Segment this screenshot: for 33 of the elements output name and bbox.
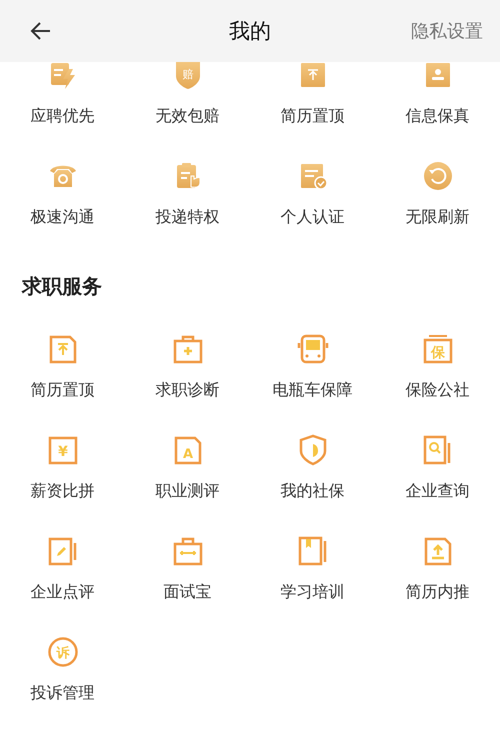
document-pencil-icon: [46, 535, 78, 567]
service-label[interactable]: 企业查询: [406, 480, 470, 502]
bus-icon: [296, 333, 328, 365]
privilege-label[interactable]: 极速沟通: [30, 206, 94, 228]
service-label[interactable]: 简历内推: [406, 581, 470, 603]
service-label[interactable]: 电瓶车保障: [272, 379, 352, 401]
privilege-label[interactable]: 应聘优先: [30, 105, 94, 127]
medical-kit-icon: [172, 333, 204, 365]
privilege-label[interactable]: 信息保真: [406, 105, 470, 127]
service-label[interactable]: 简历置顶: [30, 379, 94, 401]
service-label[interactable]: 面试宝: [164, 581, 212, 603]
document-search-icon: [422, 434, 454, 466]
service-label[interactable]: 职业测评: [156, 480, 220, 502]
privilege-label[interactable]: 个人认证: [280, 206, 344, 228]
privacy-settings-link[interactable]: 隐私设置: [411, 19, 483, 43]
complaint-icon: 诉: [46, 636, 78, 668]
privilege-label[interactable]: 简历置顶: [280, 105, 344, 127]
service-label[interactable]: 保险公社: [406, 379, 470, 401]
service-label[interactable]: 企业点评: [30, 581, 94, 603]
privilege-label[interactable]: 投递特权: [156, 206, 220, 228]
refresh-icon: [422, 160, 454, 192]
book-icon: [296, 535, 328, 567]
page-title: 我的: [229, 19, 271, 43]
service-label[interactable]: 求职诊断: [156, 379, 220, 401]
privilege-label[interactable]: 无效包赔: [156, 105, 220, 127]
privilege-label[interactable]: 无限刷新: [406, 206, 470, 228]
section-title: 求职服务: [22, 274, 103, 298]
briefcase-icon: [172, 535, 204, 567]
service-label[interactable]: 投诉管理: [30, 682, 94, 704]
service-label[interactable]: 学习培训: [280, 581, 344, 603]
service-label[interactable]: 我的社保: [280, 480, 344, 502]
service-label[interactable]: 薪资比拼: [30, 480, 94, 502]
yen-icon: ¥: [46, 434, 78, 466]
